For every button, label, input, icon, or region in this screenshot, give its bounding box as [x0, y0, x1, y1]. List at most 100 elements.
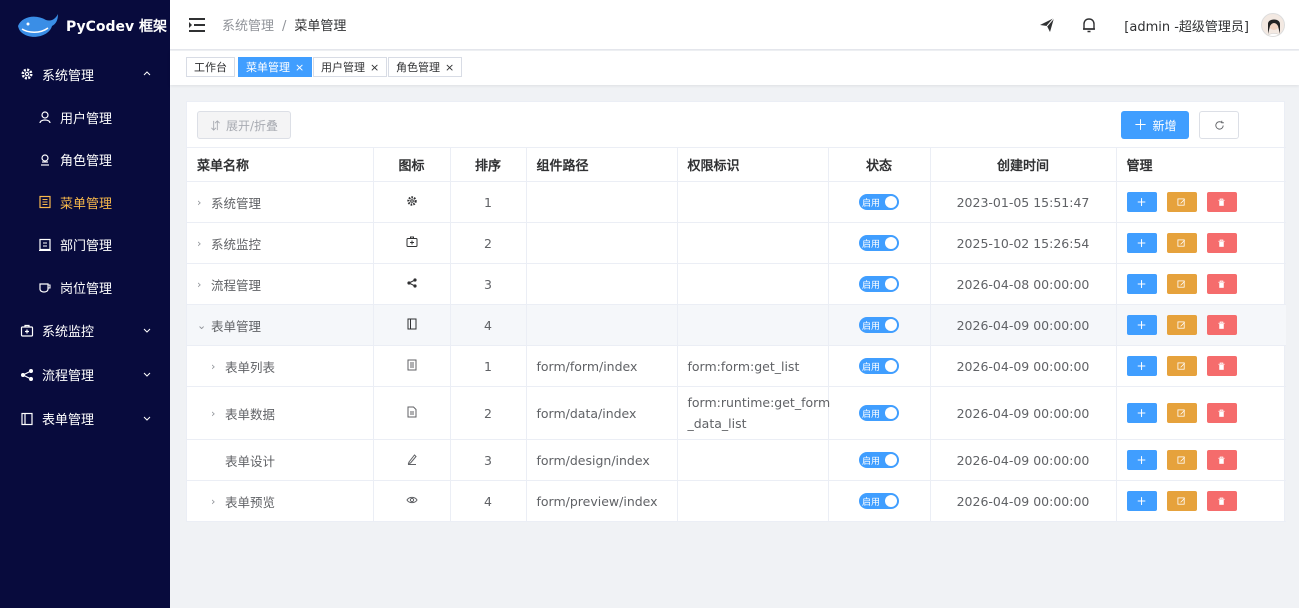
plus-icon: +: [1136, 277, 1147, 291]
sidebar-group-process[interactable]: 流程管理: [0, 353, 170, 397]
add-child-button[interactable]: +: [1126, 356, 1157, 376]
close-icon[interactable]: ×: [370, 61, 379, 74]
switch-knob: [885, 319, 897, 332]
status-switch[interactable]: 启用: [859, 194, 899, 211]
edit-button[interactable]: [1166, 192, 1197, 212]
edit-button[interactable]: [1166, 450, 1197, 470]
cell-permission: form:form:get_list: [677, 345, 829, 387]
tag-user-management[interactable]: 用户管理 ×: [313, 57, 388, 77]
send-icon[interactable]: [1038, 16, 1056, 34]
chevron-right-icon[interactable]: ›: [197, 278, 211, 291]
chevron-right-icon[interactable]: ›: [211, 360, 225, 373]
cell-icon: [373, 480, 451, 522]
edit-icon: [1177, 408, 1185, 417]
logo[interactable]: PyCodev 框架: [0, 0, 170, 52]
sidebar-item-users[interactable]: 用户管理: [0, 96, 170, 139]
sidebar-group-monitor[interactable]: 系统监控: [0, 309, 170, 353]
chevron-right-icon[interactable]: ›: [197, 196, 211, 209]
sidebar-item-label: 用户管理: [60, 111, 113, 127]
sidebar-item-menus[interactable]: 菜单管理: [0, 181, 170, 224]
add-button[interactable]: ＋ 新增: [1121, 111, 1189, 139]
cell-actions: +: [1116, 263, 1286, 305]
bell-icon[interactable]: [1080, 16, 1098, 34]
cell-sort: 2: [450, 386, 527, 440]
cell-icon: [373, 345, 451, 387]
add-child-button[interactable]: +: [1126, 450, 1157, 470]
user-name[interactable]: [admin -超级管理员]: [1124, 16, 1249, 35]
status-switch[interactable]: 启用: [859, 405, 899, 422]
delete-button[interactable]: [1206, 315, 1237, 335]
cell-sort: 2: [450, 222, 527, 264]
table-row[interactable]: › 流程管理 3 启用 2026-04-08 00:00:00 +: [187, 263, 1286, 305]
cell-actions: +: [1116, 345, 1286, 387]
chevron-down-icon[interactable]: ⌄: [197, 319, 211, 332]
table-row[interactable]: › 表单预览 4 form/preview/index 启用 2026-04-09…: [187, 480, 1286, 522]
add-child-button[interactable]: +: [1126, 315, 1157, 335]
add-child-button[interactable]: +: [1126, 192, 1157, 212]
status-switch[interactable]: 启用: [859, 358, 899, 375]
chevron-right-icon[interactable]: ›: [211, 407, 225, 420]
cell-actions: +: [1116, 304, 1286, 346]
sidebar-item-departments[interactable]: 部门管理: [0, 224, 170, 267]
chevron-right-icon[interactable]: ›: [197, 237, 211, 250]
sidebar-item-roles[interactable]: 角色管理: [0, 139, 170, 182]
delete-button[interactable]: [1206, 403, 1237, 423]
table-row[interactable]: › 系统管理 1 启用 2023-01-05 15:51:47 +: [187, 181, 1286, 223]
close-icon[interactable]: ×: [445, 61, 454, 74]
edit-button[interactable]: [1166, 315, 1197, 335]
status-switch[interactable]: 启用: [859, 276, 899, 293]
table-row[interactable]: › 表单列表 1 form/form/index form:form:get_li…: [187, 345, 1286, 387]
edit-button[interactable]: [1166, 233, 1197, 253]
form-icon: [20, 412, 34, 426]
tag-role-management[interactable]: 角色管理 ×: [388, 57, 463, 77]
table-row[interactable]: › 系统监控 2 启用 2025-10-02 15:26:54 +: [187, 222, 1286, 264]
add-child-button[interactable]: +: [1126, 403, 1157, 423]
cell-icon: [373, 304, 451, 346]
delete-button[interactable]: [1206, 274, 1237, 294]
table-row[interactable]: 表单设计 3 form/design/index 启用 2026-04-09 0…: [187, 439, 1286, 481]
cell-actions: +: [1116, 181, 1286, 223]
tag-label: 工作台: [194, 61, 227, 74]
edit-button[interactable]: [1166, 403, 1197, 423]
chevron-right-icon[interactable]: ›: [211, 495, 225, 508]
table-row[interactable]: › 表单数据 2 form/data/index form:runtime:get…: [187, 386, 1286, 440]
status-switch[interactable]: 启用: [859, 493, 899, 510]
add-child-button[interactable]: +: [1126, 491, 1157, 511]
expand-collapse-button[interactable]: 展开/折叠: [197, 111, 292, 139]
add-child-button[interactable]: +: [1126, 274, 1157, 294]
sidebar: PyCodev 框架 系统管理 用户管理 角色管理 菜单管理 部门管理 岗位管理…: [0, 0, 170, 608]
edit-icon: [406, 453, 418, 465]
edit-button[interactable]: [1166, 491, 1197, 511]
hamburger-icon[interactable]: [188, 17, 206, 33]
sidebar-group-system[interactable]: 系统管理: [0, 52, 170, 96]
cell-created: 2023-01-05 15:51:47: [930, 181, 1117, 223]
avatar[interactable]: [1261, 13, 1285, 37]
tag-workbench[interactable]: 工作台: [186, 57, 235, 77]
cell-status: 启用: [828, 263, 931, 305]
menu-name: 表单数据: [225, 406, 276, 422]
delete-button[interactable]: [1206, 491, 1237, 511]
delete-button[interactable]: [1206, 356, 1237, 376]
add-child-button[interactable]: +: [1126, 233, 1157, 253]
table-row[interactable]: ⌄ 表单管理 4 启用 2026-04-09 00:00:00 +: [187, 304, 1286, 346]
delete-button[interactable]: [1206, 233, 1237, 253]
status-switch[interactable]: 启用: [859, 317, 899, 334]
edit-button[interactable]: [1166, 274, 1197, 294]
delete-button[interactable]: [1206, 450, 1237, 470]
edit-icon: [1177, 197, 1185, 206]
close-icon[interactable]: ×: [295, 61, 304, 74]
menu-table-panel: 展开/折叠 ＋ 新增 菜单名称 图标 排序 组件路径 权限标识 状态 创建时间 …: [186, 101, 1286, 522]
breadcrumb-item[interactable]: 系统管理: [222, 19, 274, 34]
refresh-button[interactable]: [1199, 111, 1239, 139]
switch-label: 启用: [862, 362, 881, 373]
permission-line: _data_list: [687, 416, 747, 431]
sidebar-group-forms[interactable]: 表单管理: [0, 397, 170, 441]
status-switch[interactable]: 启用: [859, 452, 899, 469]
trash-icon: [1218, 497, 1225, 505]
status-switch[interactable]: 启用: [859, 235, 899, 252]
user-icon: [38, 110, 52, 124]
tag-menu-management[interactable]: 菜单管理 ×: [238, 57, 313, 77]
delete-button[interactable]: [1206, 192, 1237, 212]
sidebar-item-posts[interactable]: 岗位管理: [0, 266, 170, 309]
edit-button[interactable]: [1166, 356, 1197, 376]
